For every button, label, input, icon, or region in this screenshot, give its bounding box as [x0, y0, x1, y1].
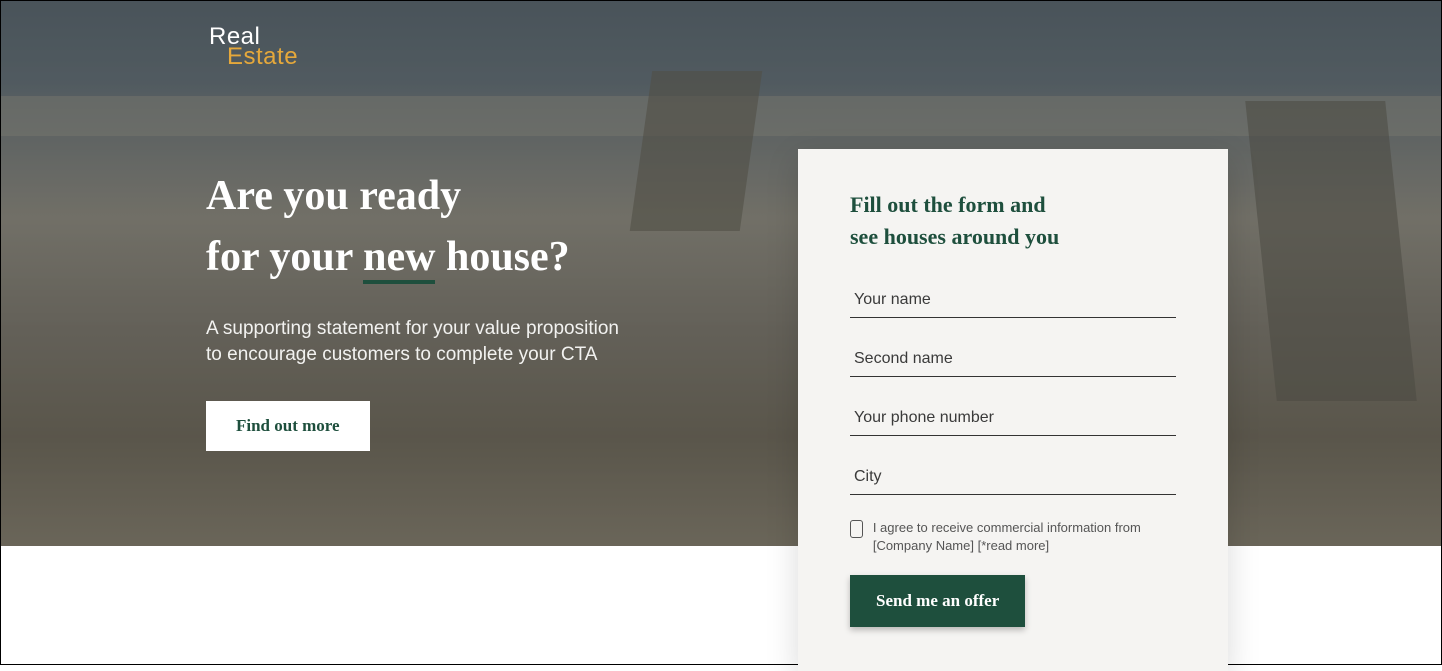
city-input[interactable]	[850, 458, 1176, 495]
consent-row: I agree to receive commercial informatio…	[850, 519, 1176, 555]
headline: Are you ready for your new house?	[206, 166, 636, 288]
second-name-input[interactable]	[850, 340, 1176, 377]
consent-text: I agree to receive commercial informatio…	[873, 519, 1176, 555]
headline-post: house?	[435, 234, 569, 280]
logo: Real Estate	[209, 25, 298, 69]
logo-line2: Estate	[227, 45, 298, 69]
find-out-more-button[interactable]: Find out more	[206, 401, 370, 451]
headline-line1: Are you ready	[206, 166, 636, 227]
form-title-line2: see houses around you	[850, 221, 1176, 253]
headline-line2: for your new house?	[206, 227, 636, 288]
hero-content: Are you ready for your new house? A supp…	[206, 166, 636, 451]
subheadline: A supporting statement for your value pr…	[206, 316, 636, 369]
consent-checkbox[interactable]	[850, 520, 863, 538]
send-offer-button[interactable]: Send me an offer	[850, 575, 1025, 627]
headline-underlined: new	[363, 234, 435, 284]
form-title: Fill out the form and see houses around …	[850, 189, 1176, 253]
phone-input[interactable]	[850, 399, 1176, 436]
lead-form-card: Fill out the form and see houses around …	[798, 149, 1228, 671]
headline-pre: for your	[206, 234, 363, 280]
form-title-line1: Fill out the form and	[850, 189, 1176, 221]
name-input[interactable]	[850, 281, 1176, 318]
